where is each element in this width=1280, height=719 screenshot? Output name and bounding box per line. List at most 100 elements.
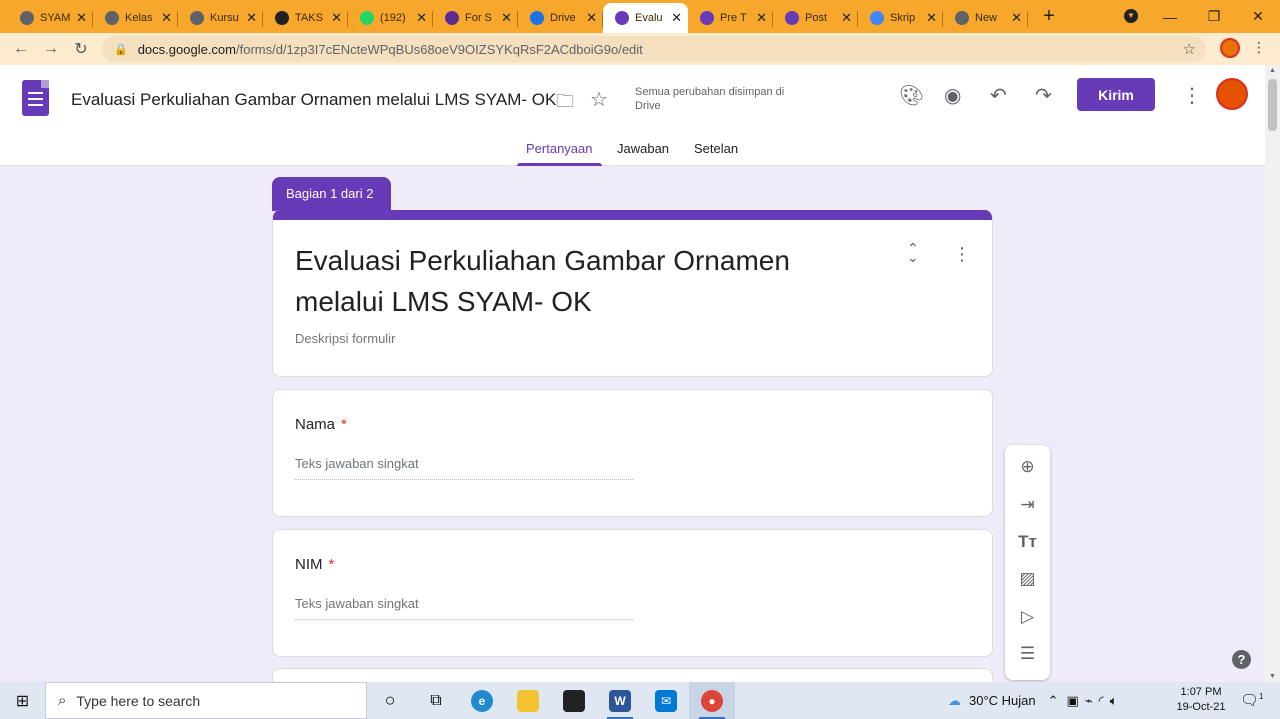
tray-overflow-icon[interactable]: ⌃ [1048,693,1059,709]
weather-icon: ☁ [948,692,961,708]
scroll-up-icon[interactable]: ▲ [1269,67,1276,74]
scrollbar-thumb[interactable] [1268,79,1277,131]
page-scrollbar[interactable]: ▲ ▼ [1265,65,1280,682]
close-tab-icon[interactable]: ✕ [501,10,512,26]
volume-icon[interactable]: 🔈︎ [1110,693,1118,709]
browser-tab[interactable]: SYAM ✕ [8,3,93,33]
star-icon[interactable]: ☆ [590,87,608,112]
tab-responses[interactable]: Jawaban [617,141,669,166]
close-tab-icon[interactable]: ✕ [841,10,852,26]
tab-title: Pre T [720,12,747,24]
windows-start-icon[interactable]: ⊞ [0,691,45,711]
form-description-field[interactable]: Deskripsi formulir [295,331,395,346]
send-button[interactable]: Kirim [1077,78,1155,111]
add-title-icon[interactable]: Tт [1005,532,1050,552]
close-tab-icon[interactable]: ✕ [161,10,172,26]
tab-questions[interactable]: Pertanyaan [517,141,601,166]
word-icon[interactable]: W [597,682,643,719]
more-options-icon[interactable]: ⋮ [1182,83,1202,108]
help-icon[interactable]: ? [1232,650,1251,669]
taskbar-search[interactable]: ⌕ Type here to search [45,682,367,719]
close-tab-icon[interactable]: ✕ [331,10,342,26]
close-tab-icon[interactable]: ✕ [926,10,937,26]
weather-text[interactable]: 30°C Hujan [969,693,1036,708]
browser-tab[interactable]: Skrip ✕ [858,3,943,33]
network-icon[interactable]: ⌁ [1085,693,1093,709]
question-card[interactable]: Nama * Teks jawaban singkat [272,389,993,517]
add-section-icon[interactable]: ☰ [1005,644,1050,664]
tab-title: (192) [380,12,406,24]
browser-tab[interactable]: New ✕ [943,3,1028,33]
add-question-icon[interactable]: ⊕ [1005,457,1050,477]
browser-menu-icon[interactable]: ⋮ [1252,39,1266,56]
notification-icon[interactable]: 🗨︎1 [1240,691,1264,709]
chrome-taskbar-icon[interactable]: ● [689,682,735,719]
close-tab-icon[interactable]: ✕ [671,10,682,26]
form-title-card[interactable]: Evaluasi Perkuliahan Gambar Ornamen mela… [272,210,993,377]
import-questions-icon[interactable]: ⇥ [1005,495,1050,515]
dark-app-icon [275,11,289,25]
mail-icon[interactable]: ✉ [643,682,689,719]
reload-button[interactable]: ↻ [66,39,96,59]
close-tab-icon[interactable]: ✕ [246,10,257,26]
new-tab-button[interactable]: + [1034,5,1064,28]
palette-icon[interactable]: 🎨︎ [899,83,924,108]
cortana-icon[interactable]: ○ [367,682,413,719]
notification-count: 1 [1259,692,1264,701]
forward-button[interactable]: → [36,40,66,58]
collapse-section-icon[interactable]: ⌃ ⌄ [907,241,919,264]
minimize-button[interactable]: — [1148,9,1192,25]
browser-tab[interactable]: (192) ✕ [348,3,433,33]
add-image-icon[interactable]: ▨ [1005,569,1050,589]
document-title[interactable]: Evaluasi Perkuliahan Gambar Ornamen mela… [71,90,556,110]
form-title[interactable]: Evaluasi Perkuliahan Gambar Ornamen mela… [295,240,855,322]
bookmark-star-icon[interactable]: ☆ [1183,40,1196,58]
close-window-button[interactable]: ✕ [1236,8,1280,25]
tab-settings[interactable]: Setelan [694,141,738,166]
close-tab-icon[interactable]: ✕ [76,10,87,26]
google-forms-logo-icon[interactable] [22,80,49,116]
required-asterisk: * [328,556,335,573]
redo-icon[interactable]: ↷ [1035,83,1052,108]
restore-button[interactable]: ❐ [1192,8,1236,25]
add-video-icon[interactable]: ▷ [1005,607,1050,627]
browser-tab[interactable]: Evalu ✕ [603,3,688,33]
browser-tab[interactable]: Kursu ✕ [178,3,263,33]
move-to-folder-icon[interactable]: 🗀 [556,89,574,119]
scroll-down-icon[interactable]: ▼ [1269,673,1276,680]
browser-tab[interactable]: TAKS ✕ [263,3,348,33]
close-tab-icon[interactable]: ✕ [756,10,767,26]
tab-search-icon[interactable]: ▼ [1124,9,1138,23]
browser-tab[interactable]: Kelas ✕ [93,3,178,33]
clock[interactable]: 1:07 PM 19-Oct-21 [1172,685,1230,715]
section-more-icon[interactable]: ⋮ [953,244,971,265]
browser-tab[interactable]: Post ✕ [773,3,858,33]
short-answer-field: Teks jawaban singkat [295,596,633,620]
section-label: Bagian 1 dari 2 [272,177,391,211]
edge-icon[interactable]: e [459,682,505,719]
account-avatar[interactable] [1216,78,1248,110]
preview-eye-icon[interactable]: ◉ [944,83,961,108]
tab-title: TAKS [295,12,323,24]
undo-icon[interactable]: ↶ [990,83,1007,108]
question-title: Nama * [295,416,347,433]
browser-tab[interactable]: For S ✕ [433,3,518,33]
browser-tab[interactable]: Drive ✕ [518,3,603,33]
address-bar[interactable]: 🔒 docs.google.com/forms/d/1zp3I7cENcteWP… [102,36,1206,62]
close-tab-icon[interactable]: ✕ [1011,10,1022,26]
tab-title: Drive [550,12,576,24]
close-tab-icon[interactable]: ✕ [416,10,427,26]
tray-app-icon[interactable]: ▣ [1067,693,1079,709]
back-button[interactable]: ← [6,40,36,58]
task-view-icon[interactable]: ⧉ [413,682,459,719]
close-tab-icon[interactable]: ✕ [586,10,597,26]
wifi-icon[interactable]: ◜ [1099,693,1104,709]
profile-avatar[interactable] [1220,38,1240,58]
browser-tab[interactable]: Pre T ✕ [688,3,773,33]
question-card[interactable]: NIM * Teks jawaban singkat [272,529,993,657]
search-icon: ⌕ [58,692,67,709]
store-icon[interactable] [551,682,597,719]
file-explorer-icon[interactable] [505,682,551,719]
chrome-icon [105,11,119,25]
tab-title: Kursu [210,12,239,24]
